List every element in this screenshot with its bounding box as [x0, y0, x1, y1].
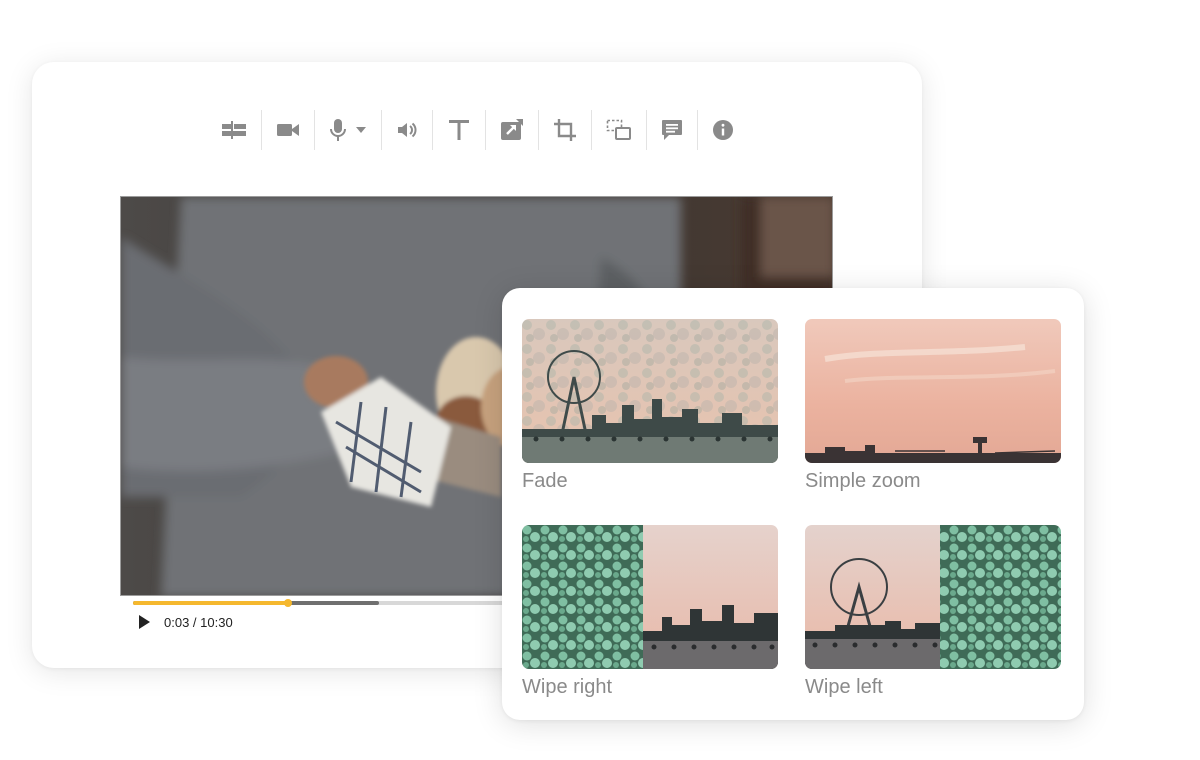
comment-icon	[661, 120, 682, 140]
play-icon	[139, 615, 150, 629]
transition-wipe-left[interactable]: Wipe left	[805, 525, 1061, 699]
timecode: 0:03 / 10:30	[164, 614, 233, 630]
player-controls: 0:03 / 10:30	[138, 614, 233, 630]
info-tool[interactable]	[696, 110, 748, 150]
transition-simple-zoom[interactable]: Simple zoom	[805, 319, 1061, 493]
speaker-icon	[397, 122, 416, 138]
editor-toolbar	[32, 110, 922, 150]
timeline-icon	[221, 121, 246, 139]
timeline-tool[interactable]	[207, 110, 261, 150]
crop-icon	[553, 119, 576, 141]
editor-stage: 0:03 / 10:30 Fade Simple zoom Wipe right…	[0, 0, 1200, 760]
export-tool[interactable]	[484, 110, 538, 150]
played-bar	[133, 601, 289, 605]
transition-thumbnail	[805, 319, 1061, 463]
video-camera-icon	[276, 124, 299, 136]
info-icon	[712, 120, 733, 140]
volume-tool[interactable]	[380, 110, 432, 150]
transition-thumbnail	[522, 319, 778, 463]
comment-tool[interactable]	[645, 110, 697, 150]
transition-fade[interactable]: Fade	[522, 319, 778, 493]
transition-label: Wipe right	[522, 676, 613, 698]
transition-label: Wipe left	[805, 676, 883, 698]
share-icon	[500, 119, 523, 140]
microphone-icon	[329, 119, 346, 141]
transition-thumbnail	[805, 525, 1061, 669]
transition-wipe-right[interactable]: Wipe right	[522, 525, 778, 699]
transition-label: Fade	[522, 470, 568, 492]
resize-icon	[606, 119, 631, 140]
transition-thumbnail	[522, 525, 778, 669]
text-icon	[448, 120, 469, 140]
transition-label: Simple zoom	[805, 470, 921, 492]
transitions-panel: Fade Simple zoom Wipe right Wipe left	[502, 288, 1084, 720]
record-camera-tool[interactable]	[260, 110, 314, 150]
seek-handle[interactable]	[284, 599, 293, 607]
chevron-down-icon[interactable]	[355, 126, 367, 134]
resize-tool[interactable]	[590, 110, 646, 150]
microphone-tool[interactable]	[313, 110, 381, 150]
text-tool[interactable]	[431, 110, 485, 150]
crop-tool[interactable]	[537, 110, 591, 150]
play-button[interactable]	[138, 614, 152, 630]
